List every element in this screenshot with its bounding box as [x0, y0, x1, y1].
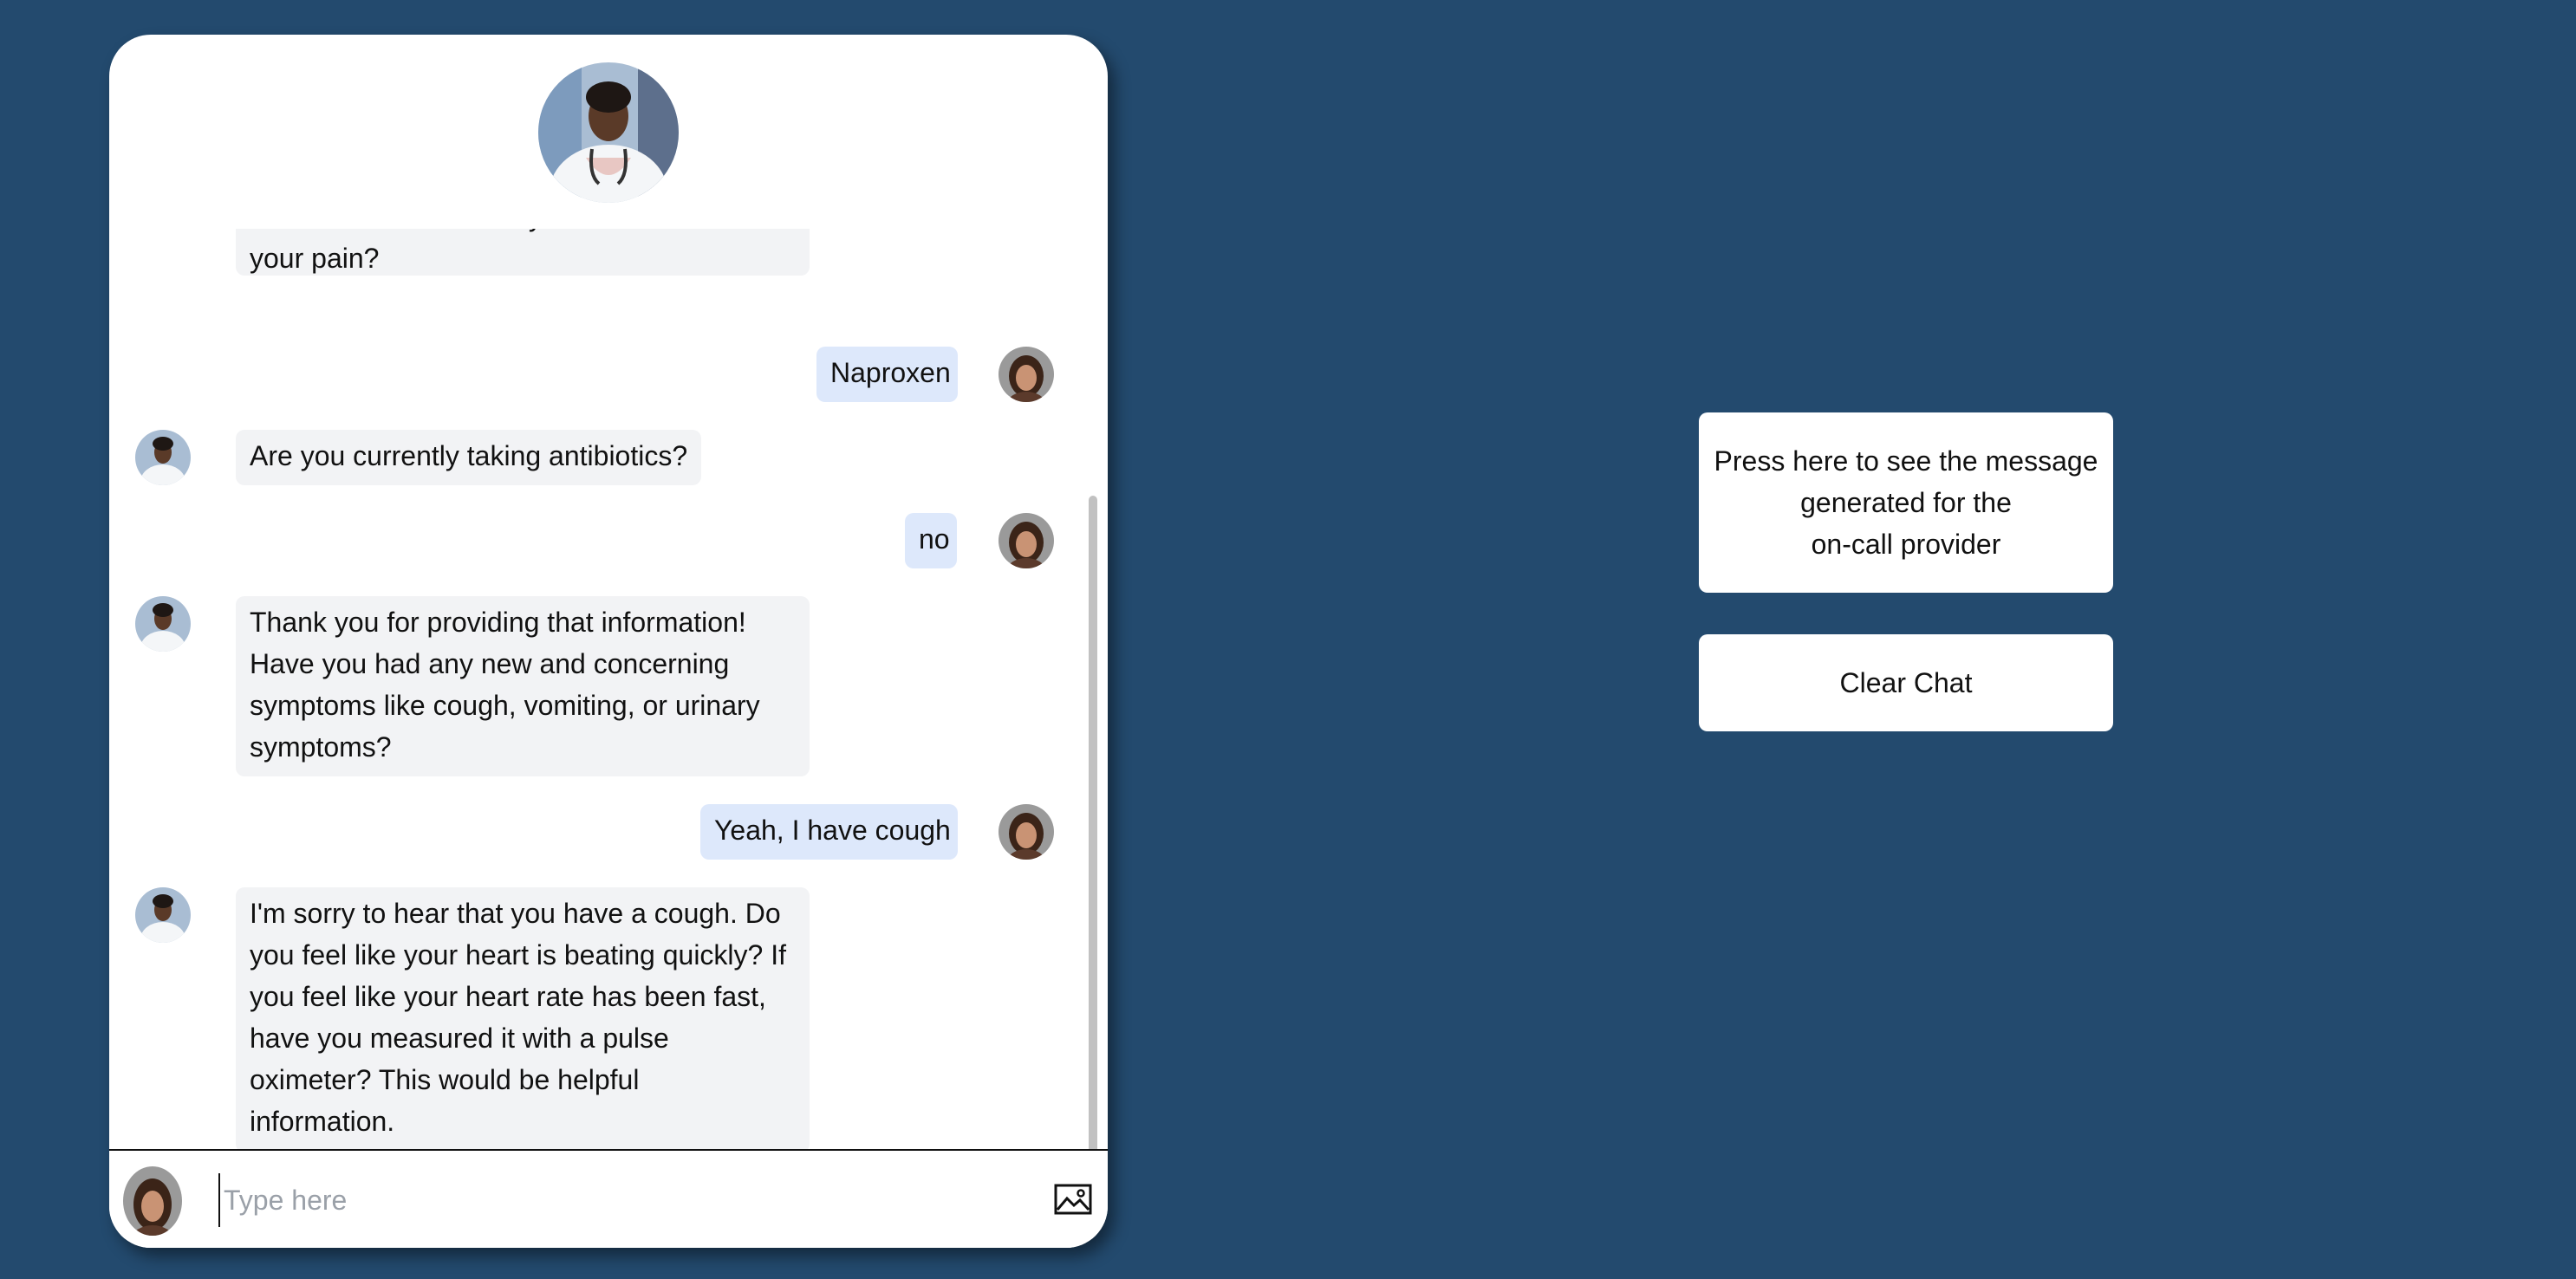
- clear-chat-label: Clear Chat: [1839, 667, 1973, 698]
- bot-message: Thank you for providing that information…: [236, 596, 810, 776]
- user-message: Yeah, I have cough: [700, 804, 958, 860]
- bot-message: I'm sorry to hear that you have a cough.…: [236, 887, 810, 1152]
- user-avatar: [123, 1166, 182, 1236]
- user-avatar: [999, 347, 1054, 402]
- user-avatar: [999, 513, 1054, 568]
- bot-avatar: [135, 430, 191, 485]
- chat-window: Which medications do you take for your p…: [109, 35, 1108, 1248]
- bot-avatar: [135, 596, 191, 652]
- user-message: no: [905, 513, 957, 568]
- input-bar: [109, 1149, 1108, 1248]
- message-input[interactable]: [218, 1173, 962, 1227]
- message-list[interactable]: Which medications do you take for your p…: [109, 229, 1085, 1161]
- provider-message-button[interactable]: Press here to see the message generated …: [1699, 412, 2113, 593]
- bot-avatar: [135, 887, 191, 943]
- bot-message: Are you currently taking antibiotics?: [236, 430, 702, 485]
- clear-chat-button[interactable]: Clear Chat: [1699, 634, 2113, 731]
- scrollbar-thumb[interactable]: [1089, 496, 1097, 1163]
- provider-message-label: Press here to see the message generated …: [1714, 445, 2098, 560]
- image-icon[interactable]: [1054, 1184, 1092, 1215]
- user-avatar: [999, 804, 1054, 860]
- user-message: Naproxen: [816, 347, 958, 402]
- bot-message: Which medications do you take for your p…: [236, 229, 810, 276]
- doctor-avatar: [538, 62, 679, 203]
- chat-scrollbar[interactable]: [1087, 229, 1097, 1163]
